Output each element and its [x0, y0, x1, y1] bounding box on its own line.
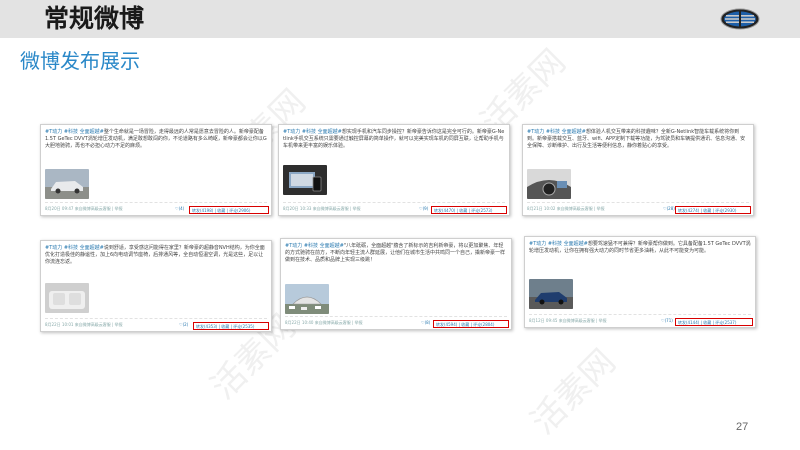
- post-stats-highlight: 转发(4353) | 收藏 | 评论(2535): [193, 322, 269, 330]
- page-title: 常规微博: [44, 4, 145, 33]
- post-source[interactable]: 来自微博高级云客服: [315, 320, 351, 325]
- forward-count[interactable]: 转发(4353): [196, 324, 217, 329]
- post-source[interactable]: 来自微博高级云客服: [75, 322, 111, 327]
- car-brand-logo: [720, 8, 760, 30]
- post-image-driving-car[interactable]: [529, 279, 573, 309]
- post-image-stadium[interactable]: [285, 284, 329, 314]
- post-stats-highlight: 转发(4594) | 收藏 | 评论(2804): [433, 320, 509, 328]
- favorite-link[interactable]: 收藏: [703, 208, 711, 213]
- forward-count[interactable]: 转发(4198): [192, 208, 213, 213]
- comment-count[interactable]: 评论(2535): [233, 324, 254, 329]
- card-divider: [527, 202, 749, 203]
- forward-count[interactable]: 转发(4594): [436, 322, 457, 327]
- post-time[interactable]: 8月22日 10:01: [45, 322, 73, 327]
- report-link[interactable]: 举报: [353, 206, 361, 211]
- comment-count[interactable]: 评论(2930): [715, 208, 736, 213]
- comment-count[interactable]: 评论(2906): [229, 208, 250, 213]
- post-time[interactable]: 8月22日 10:40: [285, 320, 313, 325]
- like-button[interactable]: ♡(9): [419, 206, 428, 212]
- report-link[interactable]: 举报: [115, 206, 123, 211]
- favorite-link[interactable]: 收藏: [217, 208, 225, 213]
- post-stats-highlight: 转发(4274) | 收藏 | 评论(2930): [675, 206, 751, 214]
- post-image-silver-car[interactable]: [45, 169, 89, 199]
- post-stats-highlight: 转发(4144) | 收藏 | 评论(2537): [675, 318, 753, 326]
- post-time[interactable]: 8月20日 09:47: [45, 206, 73, 211]
- weibo-post-card: #T动力 #科技 全面超越#想要驾速猛不可兼得？新帝豪帮你做到。它具备配备1.5…: [524, 236, 756, 328]
- like-button[interactable]: ♡(71): [661, 318, 673, 324]
- report-link[interactable]: 举报: [597, 206, 605, 211]
- post-time[interactable]: 8月12日 09:45: [529, 318, 557, 323]
- weibo-post-card: #T动力 #科技 全面超越#想实现手机和汽车同步操控？新帝豪告诉你这是完全可行的…: [278, 124, 510, 216]
- report-link[interactable]: 举报: [115, 322, 123, 327]
- post-hashtag[interactable]: #T动力 #科技 全面超越#: [283, 129, 342, 135]
- post-stats-highlight: 转发(4198) | 收藏 | 评论(2906): [189, 206, 269, 214]
- post-source[interactable]: 来自微博高级云客服: [559, 318, 595, 323]
- forward-count[interactable]: 转发(4274): [678, 208, 699, 213]
- report-link[interactable]: 举报: [599, 318, 607, 323]
- post-hashtag[interactable]: #T动力 #科技 全面超越#: [527, 129, 586, 135]
- card-divider: [45, 202, 267, 203]
- post-time[interactable]: 8月21日 10:02: [527, 206, 555, 211]
- like-button[interactable]: ♡(28): [663, 206, 675, 212]
- forward-count[interactable]: 转发(4144): [678, 320, 699, 325]
- comment-count[interactable]: 评论(2804): [473, 322, 494, 327]
- card-divider: [285, 316, 507, 317]
- post-image-car-seats[interactable]: [45, 283, 89, 313]
- card-divider: [45, 318, 267, 319]
- weibo-post-card: #T动力 #科技 全面超越#整个生命就是一场冒险，走得最远的人常是愿意去冒险的人…: [40, 124, 272, 216]
- post-hashtag[interactable]: #T动力 #科技 全面超越#: [45, 245, 104, 251]
- comment-count[interactable]: 评论(2573): [471, 208, 492, 213]
- weibo-post-card: #T动力 #科技 全面超越#说到舒适，享受感这问能得在家里？新帝豪的超静音NVH…: [40, 240, 272, 332]
- like-button[interactable]: ♡(2): [179, 322, 188, 328]
- post-stats-highlight: 转发(4470) | 收藏 | 评论(2573): [431, 206, 507, 214]
- favorite-link[interactable]: 收藏: [221, 324, 229, 329]
- section-title: 微博发布展示: [20, 49, 140, 73]
- post-source[interactable]: 来自微博高级云客服: [557, 206, 593, 211]
- like-button[interactable]: ♡(4): [175, 206, 184, 212]
- weibo-post-card: #T动力 #科技 全面超越#想体验人机交互带来的科技趣味？全新G-Netlink…: [522, 124, 754, 216]
- card-divider: [283, 202, 505, 203]
- post-image-car-screen[interactable]: [283, 165, 327, 195]
- post-hashtag[interactable]: #T动力 #科技 全面超越#: [45, 129, 104, 135]
- like-button[interactable]: ♡(8): [421, 320, 430, 326]
- card-divider: [529, 314, 751, 315]
- post-image-dashboard[interactable]: [527, 169, 571, 199]
- report-link[interactable]: 举报: [355, 320, 363, 325]
- favorite-link[interactable]: 收藏: [461, 322, 469, 327]
- post-hashtag[interactable]: #T动力 #科技 全面超越#: [285, 243, 344, 249]
- favorite-link[interactable]: 收藏: [459, 208, 467, 213]
- weibo-post-card: #T动力 #科技 全面超越#"八年砥砺，全面超越"蕴含了新标示的吉利新帝豪，将以…: [280, 238, 512, 330]
- forward-count[interactable]: 转发(4470): [434, 208, 455, 213]
- favorite-link[interactable]: 收藏: [703, 320, 711, 325]
- page-number: 27: [736, 421, 749, 433]
- post-source[interactable]: 来自微博高级云客服: [313, 206, 349, 211]
- post-hashtag[interactable]: #T动力 #科技 全面超越#: [529, 241, 588, 247]
- watermark-text: 活素网: [523, 341, 624, 443]
- post-time[interactable]: 8月20日 10:33: [283, 206, 311, 211]
- comment-count[interactable]: 评论(2537): [715, 320, 736, 325]
- post-source[interactable]: 来自微博高级云客服: [75, 206, 111, 211]
